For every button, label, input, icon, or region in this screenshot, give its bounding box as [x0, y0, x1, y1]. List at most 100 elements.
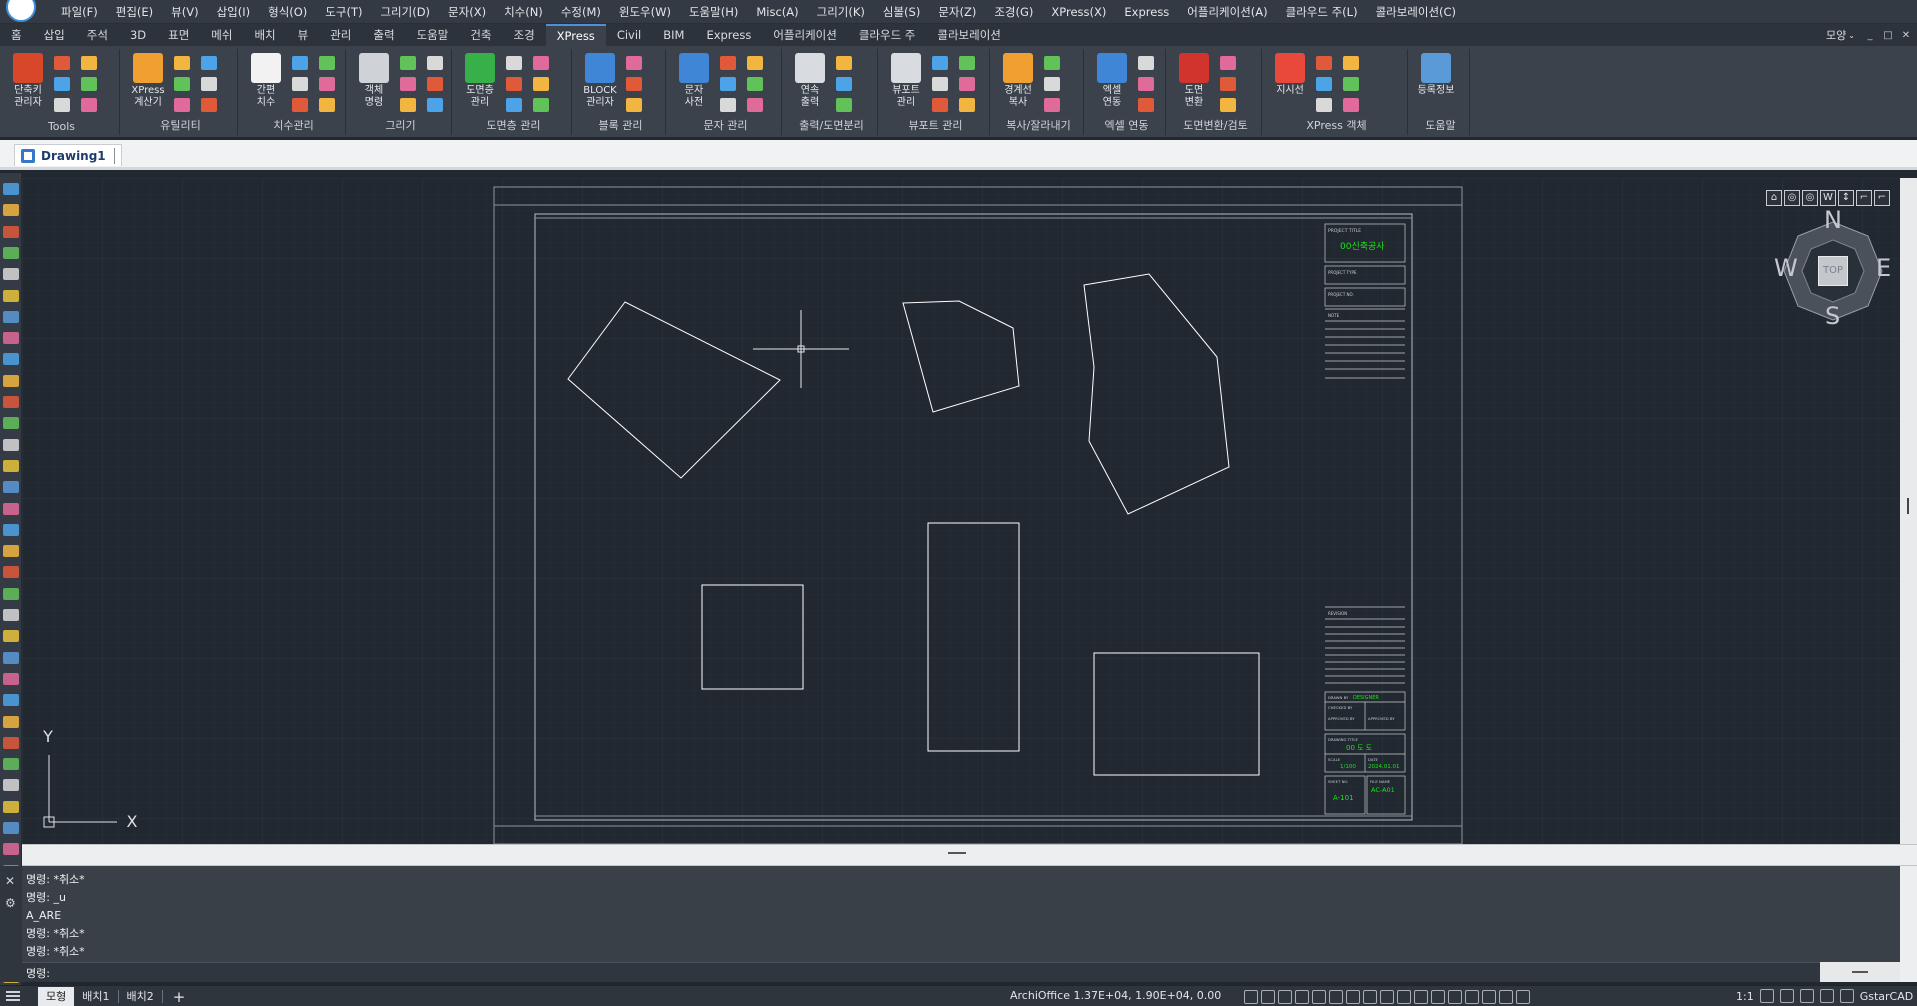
left-toolbar-tool-icon[interactable]: [3, 587, 19, 600]
left-toolbar-tool-icon[interactable]: [3, 289, 19, 302]
menu-item[interactable]: 그리기(K): [808, 0, 874, 24]
ribbon-small-button-icon[interactable]: [1343, 77, 1359, 91]
menu-item[interactable]: 콜라보레이션(C): [1367, 0, 1465, 24]
annotation-toggle-icon[interactable]: [1448, 989, 1462, 1004]
ribbon-small-button-icon[interactable]: [836, 56, 852, 70]
left-toolbar-tool-icon[interactable]: [3, 417, 19, 430]
ribbon-small-button-icon[interactable]: [1044, 98, 1060, 112]
transparency-toggle-icon[interactable]: [1397, 989, 1411, 1004]
ribbon-big-button[interactable]: 연속 출력: [790, 53, 830, 119]
ribbon-small-button-icon[interactable]: [81, 77, 97, 91]
ribbon-small-button-icon[interactable]: [292, 56, 308, 70]
ribbon-small-button-icon[interactable]: [201, 77, 217, 91]
ribbon-tab[interactable]: 도움말: [406, 24, 460, 46]
osnap-toggle-icon[interactable]: [1312, 989, 1326, 1004]
menu-item[interactable]: 클라우드 주(L): [1277, 0, 1367, 24]
app-logo-icon[interactable]: [6, 0, 36, 22]
layout-tab[interactable]: 모형: [38, 987, 75, 1006]
left-toolbar-tool-icon[interactable]: [3, 396, 19, 408]
ribbon-small-button-icon[interactable]: [54, 56, 70, 70]
ribbon-big-button[interactable]: 지시선: [1270, 53, 1310, 119]
splitter-grip-icon[interactable]: [948, 852, 966, 854]
left-toolbar-tool-icon[interactable]: [3, 758, 19, 771]
menu-item[interactable]: 도구(T): [316, 0, 371, 24]
ribbon-small-button-icon[interactable]: [427, 77, 443, 91]
menu-item[interactable]: Express: [1115, 0, 1178, 24]
left-toolbar-tool-icon[interactable]: [3, 523, 19, 536]
ribbon-small-button-icon[interactable]: [54, 77, 70, 91]
ribbon-big-button[interactable]: 경계선 복사: [998, 53, 1038, 119]
menu-item[interactable]: 형식(O): [259, 0, 316, 24]
left-toolbar-tool-icon[interactable]: [3, 715, 19, 728]
command-input[interactable]: [72, 965, 1832, 981]
ribbon-small-button-icon[interactable]: [932, 56, 948, 70]
chevron-down-icon[interactable]: ⌄: [1848, 31, 1855, 40]
grid-toggle-icon[interactable]: [1244, 989, 1258, 1004]
layout-tab[interactable]: 배치2: [119, 990, 163, 1003]
ribbon-small-button-icon[interactable]: [319, 77, 335, 91]
ribbon-small-button-icon[interactable]: [174, 56, 190, 70]
ribbon-tab[interactable]: 관리: [319, 24, 362, 46]
hardware-acceleration-icon[interactable]: [1799, 989, 1814, 1003]
ribbon-tab[interactable]: 배치: [243, 24, 286, 46]
ribbon-small-button-icon[interactable]: [1138, 77, 1154, 91]
menu-item[interactable]: 삽입(I): [208, 0, 260, 24]
menu-item[interactable]: 수정(M): [552, 0, 610, 24]
ribbon-small-button-icon[interactable]: [319, 56, 335, 70]
snap-toggle-icon[interactable]: [1261, 989, 1275, 1004]
left-toolbar-tool-icon[interactable]: [3, 630, 19, 643]
left-toolbar-tool-icon[interactable]: [3, 651, 19, 664]
ribbon-small-button-icon[interactable]: [292, 98, 308, 112]
left-toolbar-tool-icon[interactable]: [3, 374, 19, 387]
ribbon-big-button[interactable]: BLOCK 관리자: [580, 53, 620, 119]
ribbon-small-button-icon[interactable]: [959, 98, 975, 112]
ribbon-tab[interactable]: Civil: [606, 24, 652, 46]
menu-item[interactable]: 치수(N): [495, 0, 552, 24]
ribbon-tab[interactable]: 뷰: [287, 24, 320, 46]
menu-item[interactable]: 문자(Z): [929, 0, 985, 24]
ribbon-small-button-icon[interactable]: [1316, 56, 1332, 70]
ribbon-tab[interactable]: 어플리케이션: [762, 24, 847, 46]
ribbon-small-button-icon[interactable]: [400, 98, 416, 112]
ribbon-tab[interactable]: 3D: [119, 24, 157, 46]
selection-cycling-toggle-icon[interactable]: [1414, 989, 1428, 1004]
ribbon-small-button-icon[interactable]: [626, 56, 642, 70]
ribbon-small-button-icon[interactable]: [747, 56, 763, 70]
workspace-icon[interactable]: [1759, 989, 1774, 1003]
ribbon-small-button-icon[interactable]: [427, 98, 443, 112]
ducs-toggle-icon[interactable]: [1346, 989, 1360, 1004]
viewcube-tool-icon[interactable]: ◎: [1802, 190, 1818, 206]
left-toolbar-tool-icon[interactable]: [3, 268, 19, 281]
ribbon-small-button-icon[interactable]: [81, 98, 97, 112]
menu-item[interactable]: 뷰(V): [162, 0, 207, 24]
menu-item[interactable]: 심볼(S): [874, 0, 929, 24]
ribbon-tab[interactable]: 홈: [0, 24, 33, 46]
ribbon-tab[interactable]: 조경: [502, 24, 545, 46]
ribbon-small-button-icon[interactable]: [1138, 98, 1154, 112]
left-toolbar-tool-icon[interactable]: [3, 204, 19, 217]
left-toolbar-tool-icon[interactable]: [3, 246, 19, 259]
ribbon-small-button-icon[interactable]: [1044, 56, 1060, 70]
left-toolbar-tool-icon[interactable]: [3, 438, 19, 451]
ribbon-small-button-icon[interactable]: [174, 98, 190, 112]
compass-west[interactable]: W: [1774, 254, 1798, 282]
ribbon-big-button[interactable]: 등록정보: [1416, 53, 1456, 119]
menu-item[interactable]: 그리기(D): [371, 0, 439, 24]
ribbon-small-button-icon[interactable]: [81, 56, 97, 70]
left-toolbar-tool-icon[interactable]: [3, 694, 19, 707]
left-toolbar-tool-icon[interactable]: [3, 800, 19, 813]
ribbon-small-button-icon[interactable]: [400, 56, 416, 70]
ribbon-tab[interactable]: 출력: [362, 24, 405, 46]
ribbon-small-button-icon[interactable]: [1044, 77, 1060, 91]
ribbon-big-button[interactable]: 객체 명령: [354, 53, 394, 119]
left-toolbar-tool-icon[interactable]: [3, 822, 19, 834]
menu-item[interactable]: 어플리케이션(A): [1178, 0, 1276, 24]
lock-icon[interactable]: [1779, 989, 1794, 1003]
ribbon-small-button-icon[interactable]: [533, 98, 549, 112]
layer-toggle-icon[interactable]: [1465, 989, 1479, 1004]
ribbon-big-button[interactable]: 간편 치수: [246, 53, 286, 119]
ribbon-small-button-icon[interactable]: [506, 98, 522, 112]
ribbon-small-button-icon[interactable]: [1343, 56, 1359, 70]
ribbon-small-button-icon[interactable]: [533, 77, 549, 91]
command-scrollbar[interactable]: [1900, 866, 1917, 982]
